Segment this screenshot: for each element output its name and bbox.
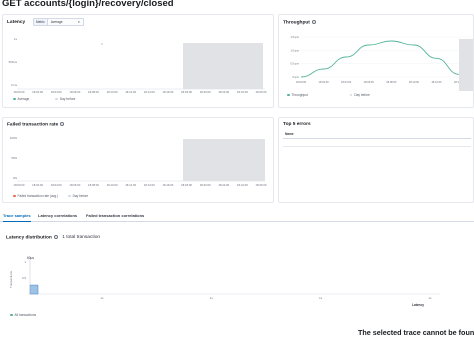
y-tick-label: 1.5 tpm: [290, 35, 299, 39]
latency-chart: 1s 500ms 0 ms 18:00:00 18:02:00 18:04:00 18:0…: [9, 37, 267, 94]
distribution-bar-label: 60µs: [27, 256, 34, 260]
y-tick-label: 1.0 tpm: [290, 48, 299, 52]
x-tick-label: 18:22:00: [218, 183, 229, 187]
info-icon[interactable]: [53, 235, 58, 239]
x-tick-label: 18:12:00: [431, 80, 442, 84]
tab-failed-transaction-correlations[interactable]: Failed transaction correlations: [86, 213, 144, 218]
x-tick-label: 1s: [210, 296, 214, 300]
y-tick-label: 0 ms: [11, 83, 18, 87]
distribution-y-label: Transactions: [9, 270, 13, 288]
x-tick-label: 18:16:00: [162, 183, 173, 187]
x-tick-label: 18:08:00: [88, 90, 99, 94]
legend-dot: [13, 194, 16, 198]
x-tick-label: 1s: [319, 296, 323, 300]
legend-dot: [68, 194, 71, 198]
x-tick-label: 18:04:00: [51, 90, 62, 94]
legend-all-transactions[interactable]: All transactions: [15, 313, 37, 317]
y-tick-label: 0%: [13, 176, 18, 180]
x-tick-label: 18:20:00: [200, 183, 211, 187]
latency-marker: 0: [101, 42, 103, 46]
x-tick-label: 18:06:00: [364, 80, 375, 84]
y-tick-label: 0.5 tpm: [290, 62, 299, 66]
x-tick-label: 18:02:00: [32, 183, 43, 187]
y-tick-label: 500ms: [9, 60, 18, 64]
errors-table-divider: [283, 146, 471, 147]
x-tick-label: 18:10:00: [107, 183, 118, 187]
x-tick-label: 18:08:00: [386, 80, 397, 84]
top-errors-title: Top 5 errors: [283, 122, 311, 127]
x-tick-label: 18:08:00: [88, 183, 99, 187]
failed-rate-panel: Failed transaction rate 100% 50% 0% 18:00:…: [2, 117, 274, 203]
y-tick-label: 1: [24, 260, 26, 264]
latency-shade-region: [183, 43, 263, 89]
legend-failed-rate[interactable]: Failed transaction rate (avg.): [18, 194, 59, 198]
x-tick-label: 18:22:00: [218, 90, 229, 94]
latency-distribution-title-text: Latency distribution: [6, 235, 52, 241]
latency-distribution-title: Latency distribution 1 total transaction: [6, 235, 100, 240]
trace-not-found-message: The selected trace cannot be found: [358, 328, 474, 337]
throughput-shade-region: [459, 39, 473, 91]
legend-dot: [13, 97, 16, 101]
y-tick-label: 0 tpm: [293, 75, 300, 79]
errors-table-divider: [283, 138, 471, 139]
legend-day-before[interactable]: Day before: [60, 97, 76, 101]
throughput-panel: Throughput 1.5 tpm 1.0 tpm 0.5 tpm 0 tpm 18…: [278, 14, 474, 108]
latency-legend: Average Day before: [13, 97, 75, 101]
throughput-series-line: [300, 40, 460, 78]
x-tick-label: 1s: [101, 296, 105, 300]
legend-average[interactable]: Average: [18, 97, 30, 101]
x-tick-label: 18:12:00: [125, 183, 136, 187]
tab-latency-correlations[interactable]: Latency correlations: [38, 213, 77, 218]
x-tick-label: 18:18:00: [181, 183, 192, 187]
x-tick-label: 18:14:00: [144, 183, 155, 187]
x-tick-label: 18:24:00: [237, 90, 248, 94]
x-tick-label: 18:26:00: [256, 90, 267, 94]
x-tick-label: 18:14:00: [144, 90, 155, 94]
x-tick-label: 1s: [429, 296, 433, 300]
x-tick-label: 18:04:00: [51, 183, 62, 187]
page-title: GET accounts/{login}/recovery/closed: [2, 0, 174, 9]
tab-trace-samples[interactable]: Trace samples: [3, 213, 31, 222]
legend-day-before[interactable]: Day before: [354, 93, 370, 97]
x-tick-label: 18:02:00: [319, 80, 330, 84]
x-tick-label: 18:02:00: [32, 90, 43, 94]
failed-rate-chart: 100% 50% 0% 18:00:00 18:02:00 18:04:00 18:06:…: [10, 136, 267, 187]
failed-rate-shade-region: [183, 139, 265, 181]
x-tick-label: 18:20:00: [200, 90, 211, 94]
legend-throughput[interactable]: Throughput: [292, 93, 308, 97]
y-tick-label: 1s: [14, 37, 18, 41]
x-tick-label: 18:10:00: [409, 80, 420, 84]
x-tick-label: 18:18:00: [181, 90, 192, 94]
legend-dot: [287, 93, 290, 97]
distribution-x-label: Latency: [412, 303, 424, 307]
y-tick-label: 0.5: [22, 276, 26, 280]
x-tick-label: 18:10:00: [107, 90, 118, 94]
x-tick-label: 18:12:00: [125, 90, 136, 94]
x-tick-label: 18:06:00: [69, 183, 80, 187]
total-transactions: 1 total transaction: [62, 235, 101, 241]
latency-distribution-chart: Transactions 1 0.5 1s 1s 1s 1s 60µs Latency: [9, 256, 440, 307]
latency-panel: Latency Metric Average ▾ 1s 500ms 0 ms 18:…: [2, 14, 274, 108]
top-errors-panel: Top 5 errors Name: [278, 117, 474, 203]
legend-dot: [349, 93, 353, 97]
legend-dot: [55, 97, 58, 101]
failed-rate-legend: Failed transaction rate (avg.) Day befor…: [13, 194, 88, 198]
distribution-legend: All transactions: [10, 313, 36, 317]
tab-bar: Trace samples Latency correlations Faile…: [0, 211, 474, 222]
x-tick-label: 18:00:00: [14, 90, 25, 94]
x-tick-label: 18:06:00: [69, 90, 80, 94]
x-tick-label: 18:26:00: [256, 183, 267, 187]
x-tick-label: 18:00:00: [14, 183, 25, 187]
x-tick-label: 18:16:00: [162, 90, 173, 94]
errors-column-name[interactable]: Name: [285, 132, 294, 136]
legend-day-before[interactable]: Day before: [73, 194, 89, 198]
distribution-bar: [29, 284, 39, 295]
x-tick-label: 18:04:00: [341, 80, 352, 84]
y-tick-label: 50%: [11, 156, 17, 160]
y-tick-label: 100%: [10, 136, 18, 140]
throughput-legend: Throughput Day before: [287, 93, 370, 97]
x-tick-label: 18:24:00: [237, 183, 248, 187]
x-tick-label: 18:00:00: [296, 80, 307, 84]
legend-dot: [10, 313, 13, 317]
